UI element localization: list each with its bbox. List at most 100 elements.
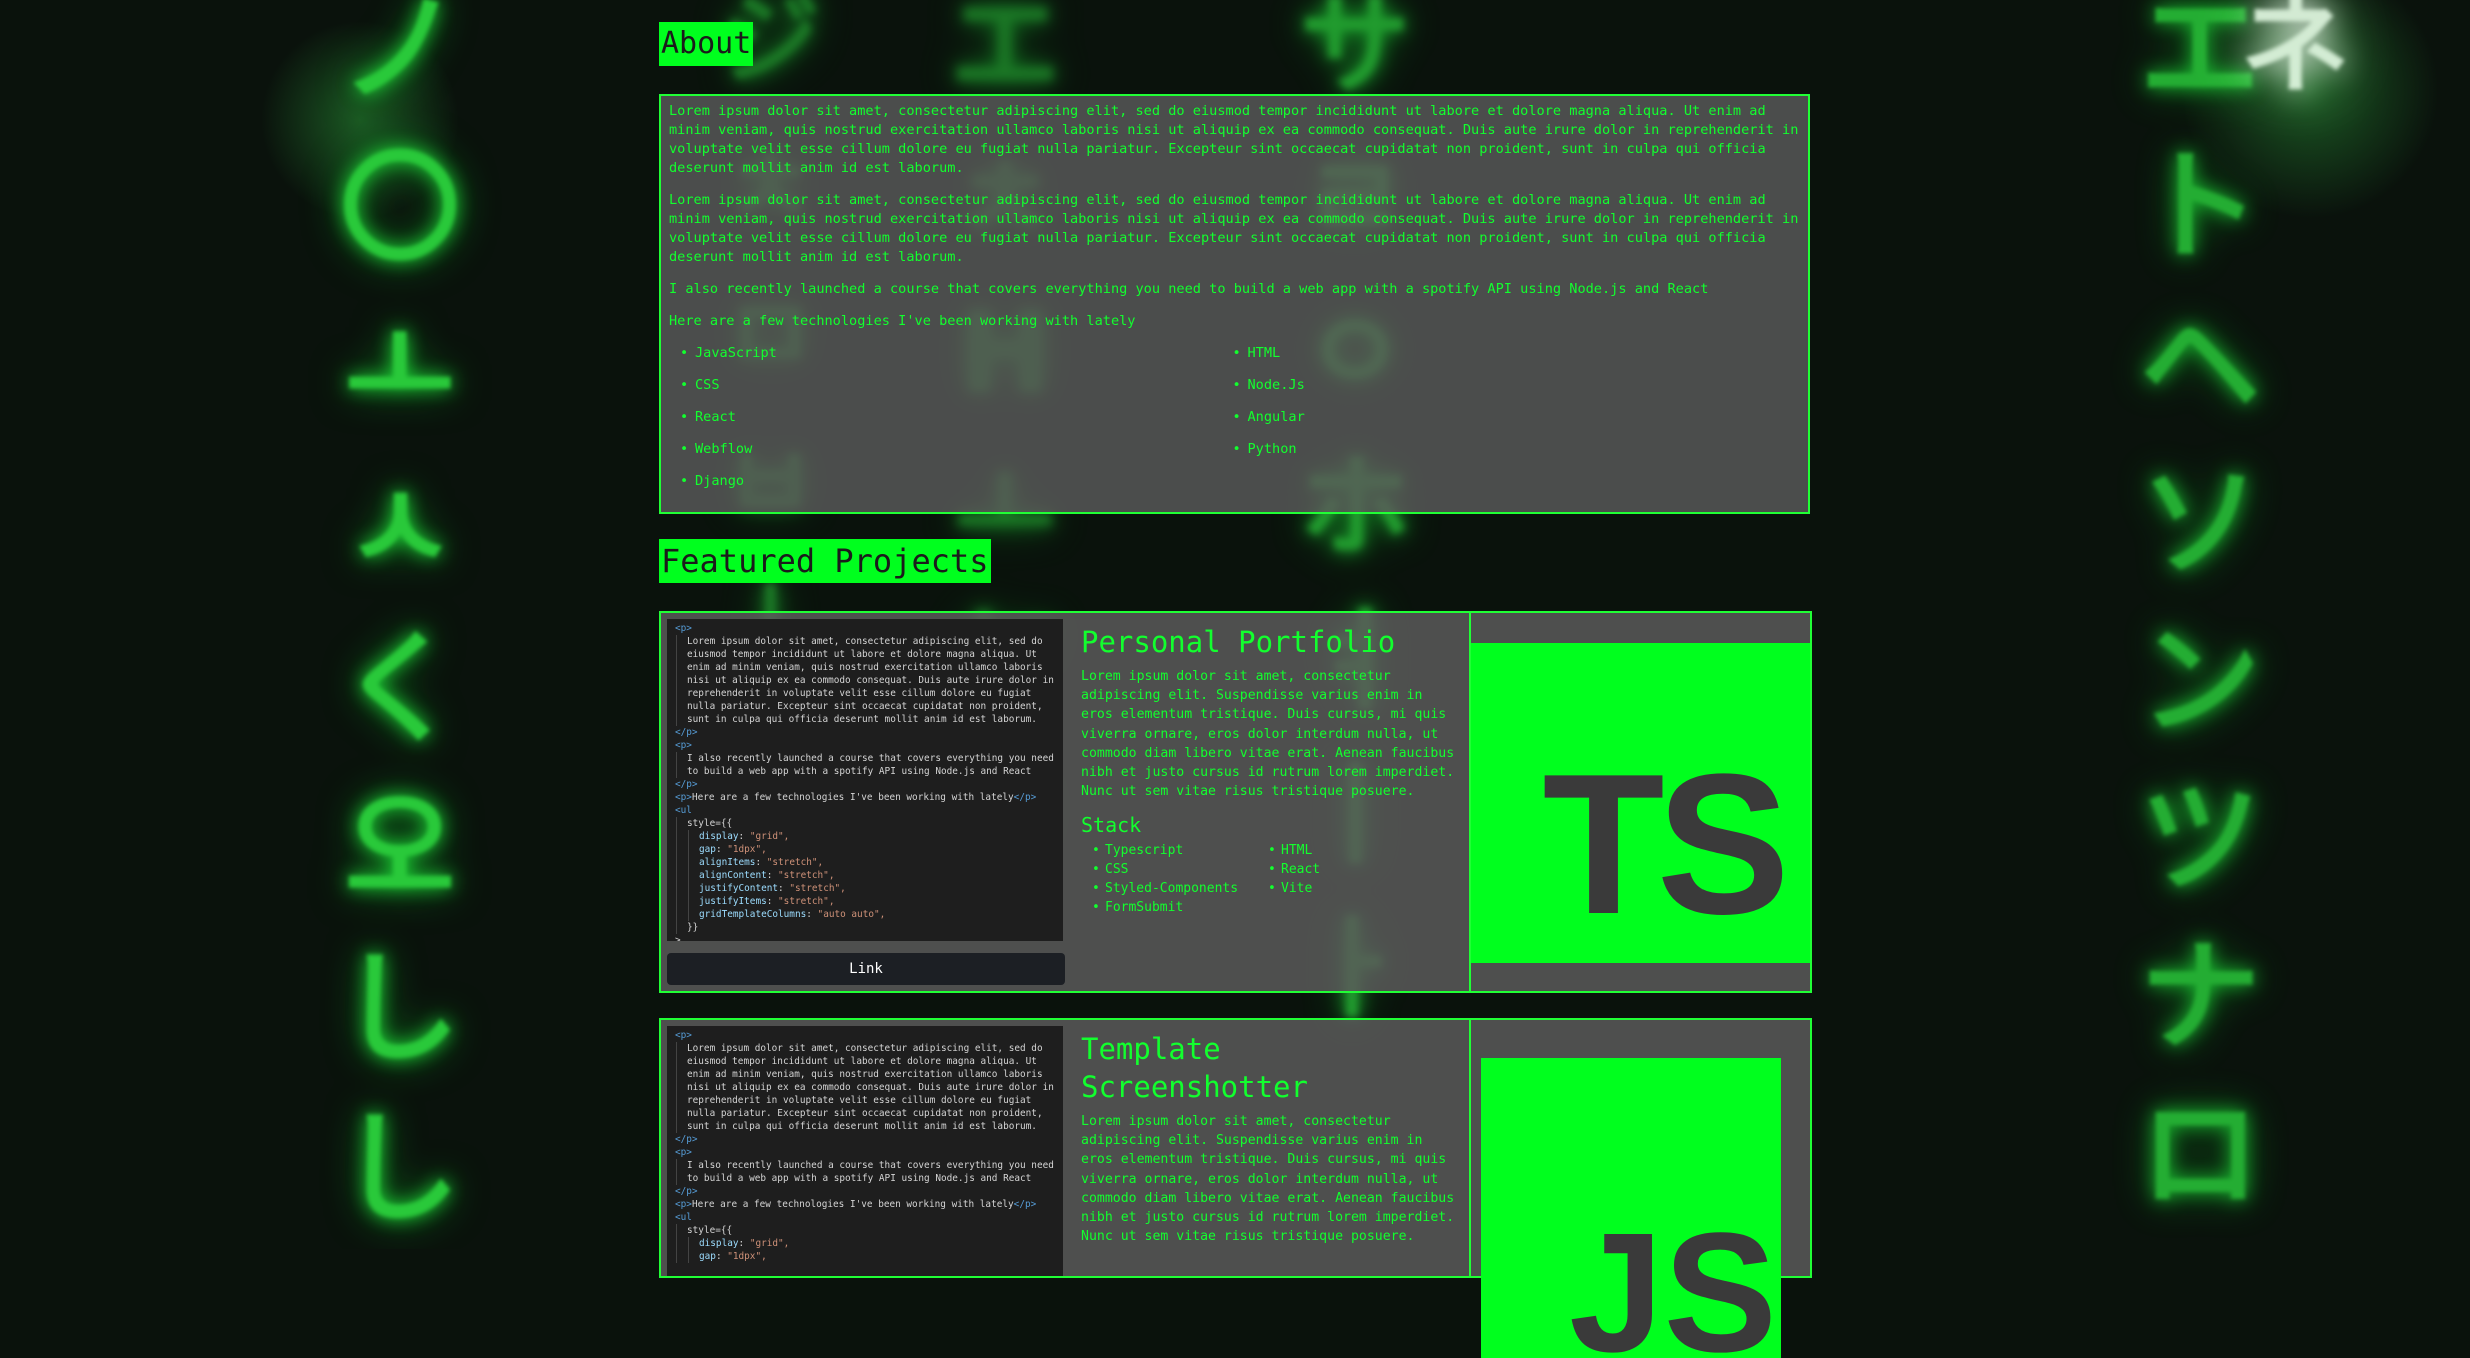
code-line: <p> [675,1147,692,1158]
technology-item: React [680,408,1248,427]
code-value: "1dpx", [727,844,767,855]
code-line: alignContent: "stretch", [699,870,835,881]
typescript-logo-icon: TS [1471,643,1810,963]
project-description: Lorem ipsum dolor sit amet, consectetur … [1081,669,1455,800]
code-token: Here are a few technologies I've been wo… [691,792,1014,803]
code-token: Here are a few technologies I've been wo… [691,1199,1014,1210]
rain-glyph: ツ [2140,770,2260,909]
code-key: display [699,831,739,842]
technology-item: Angular [1233,408,1801,427]
code-value: "stretch", [766,857,824,868]
project-card-template-screenshotter: <p> Lorem ipsum dolor sit amet, consecte… [659,1018,1812,1358]
code-line: </p> [675,1186,698,1197]
code-key: gridTemplateColumns [699,909,807,920]
code-key: alignContent [699,870,767,881]
code-value: "auto auto", [817,909,886,920]
project-title: Personal Portfolio [1081,625,1396,659]
code-value: "stretch", [789,883,846,894]
code-value: "grid", [749,1238,790,1249]
code-line: > [675,935,681,941]
stack-list: Typescript HTML CSS React Styled-Compone… [1081,841,1457,917]
about-tech-intro: Here are a few technologies I've been wo… [669,313,1136,329]
rain-column-6: ネ [2240,0,2350,100]
featured-projects-heading: Featured Projects [659,539,991,583]
code-line: style={{ [687,1225,733,1236]
code-line: Lorem ipsum dolor sit amet, consectetur … [676,1042,1055,1133]
code-value: "stretch", [778,870,835,881]
code-line: </p> [675,1134,698,1145]
technology-item: HTML [1233,344,1801,363]
logo-text: JS [1569,1198,1777,1358]
code-key: justifyContent [699,883,779,894]
rain-glyph: ネ [2240,0,2350,109]
rain-glyph: し [340,1100,460,1239]
about-section: Lorem ipsum dolor sit amet, consectetur … [659,94,1810,514]
stack-item: React [1268,860,1457,879]
rain-glyph: エ [950,0,1060,109]
rain-glyph: ロ [2140,1086,2260,1225]
code-token: <p> [675,792,692,803]
code-line: gridTemplateColumns: "auto auto", [699,909,886,920]
code-token: </p> [1013,1199,1037,1210]
stack-item: HTML [1268,841,1457,860]
rain-glyph: ナ [2140,928,2260,1067]
rain-glyph: く [340,620,460,759]
rain-glyph: ン [2140,612,2260,751]
code-line: justifyItems: "stretch", [699,896,835,907]
project-info: Personal Portfolio Lorem ipsum dolor sit… [1069,613,1469,991]
code-line: alignItems: "stretch", [699,857,824,868]
technology-item: CSS [680,376,1248,395]
project-card-personal-portfolio: <p> Lorem ipsum dolor sit amet, consecte… [659,611,1812,993]
rain-glyph: ソ [2140,454,2260,593]
code-key: gap [699,844,716,855]
project-description: Lorem ipsum dolor sit amet, consectetur … [1081,1114,1455,1245]
logo-text: TS [1542,733,1790,956]
code-token: </p> [1013,792,1037,803]
rain-glyph: し [340,940,460,1079]
rain-glyph: ㅅ [344,460,456,599]
code-value: "grid", [749,831,790,842]
code-block: style={{ display: "grid", gap: "1dpx", a… [676,817,1055,934]
project-image-column: TS [1469,613,1810,991]
rain-column-5: エトヘソンツナロ [2140,0,2260,1216]
code-line: <ul [675,805,692,816]
code-line: <p> [675,623,692,634]
stack-item: Styled-Components [1092,879,1281,898]
code-line: </p> [675,779,698,790]
code-props: display: "grid", gap: "1dpx", [688,1237,1055,1263]
code-line: <p>Here are a few technologies I've been… [675,1198,1055,1211]
code-snippet-preview: <p> Lorem ipsum dolor sit amet, consecte… [667,619,1063,941]
rain-glyph: ヘ [2140,296,2260,435]
code-line: Lorem ipsum dolor sit amet, consectetur … [676,635,1055,726]
technology-item: Django [680,472,1248,491]
code-key: display [699,1238,739,1249]
rain-glyph: サ [1300,0,1410,109]
project-info: Template Screenshotter Lorem ipsum dolor… [1069,1020,1469,1276]
technology-item: JavaScript [680,344,1248,363]
code-line: gap: "1dpx", [699,1251,767,1262]
technology-item: Node.Js [1233,376,1801,395]
code-token: <p> [675,1199,692,1210]
code-line: <ul [675,1212,692,1223]
code-key: gap [699,1251,716,1262]
technology-item: Webflow [680,440,1248,459]
rain-glyph: 오 [344,780,456,919]
technology-item: Python [1233,440,1801,459]
javascript-logo-icon: JS [1481,1058,1781,1358]
stack-item: CSS [1092,860,1281,879]
project-link-button[interactable]: Link [667,953,1065,985]
code-line: display: "grid", [699,831,790,842]
rain-glyph: 〇 [340,140,460,279]
code-line: justifyContent: "stretch", [699,883,846,894]
code-line: <p> [675,740,692,751]
code-line: gap: "1dpx", [699,844,767,855]
stack-heading: Stack [1081,813,1142,838]
project-image-column: JS [1469,1020,1810,1358]
code-props: display: "grid", gap: "1dpx", alignItems… [688,830,1055,921]
rain-glyph: ノ [340,0,460,119]
rain-column-1: ノ〇ㅗㅅく오しし [340,0,460,1230]
code-preview-column: <p> Lorem ipsum dolor sit amet, consecte… [661,613,1069,991]
about-paragraph: Lorem ipsum dolor sit amet, consectetur … [669,192,1799,265]
code-preview-column: <p> Lorem ipsum dolor sit amet, consecte… [661,1020,1069,1276]
code-line: <p>Here are a few technologies I've been… [675,791,1055,804]
